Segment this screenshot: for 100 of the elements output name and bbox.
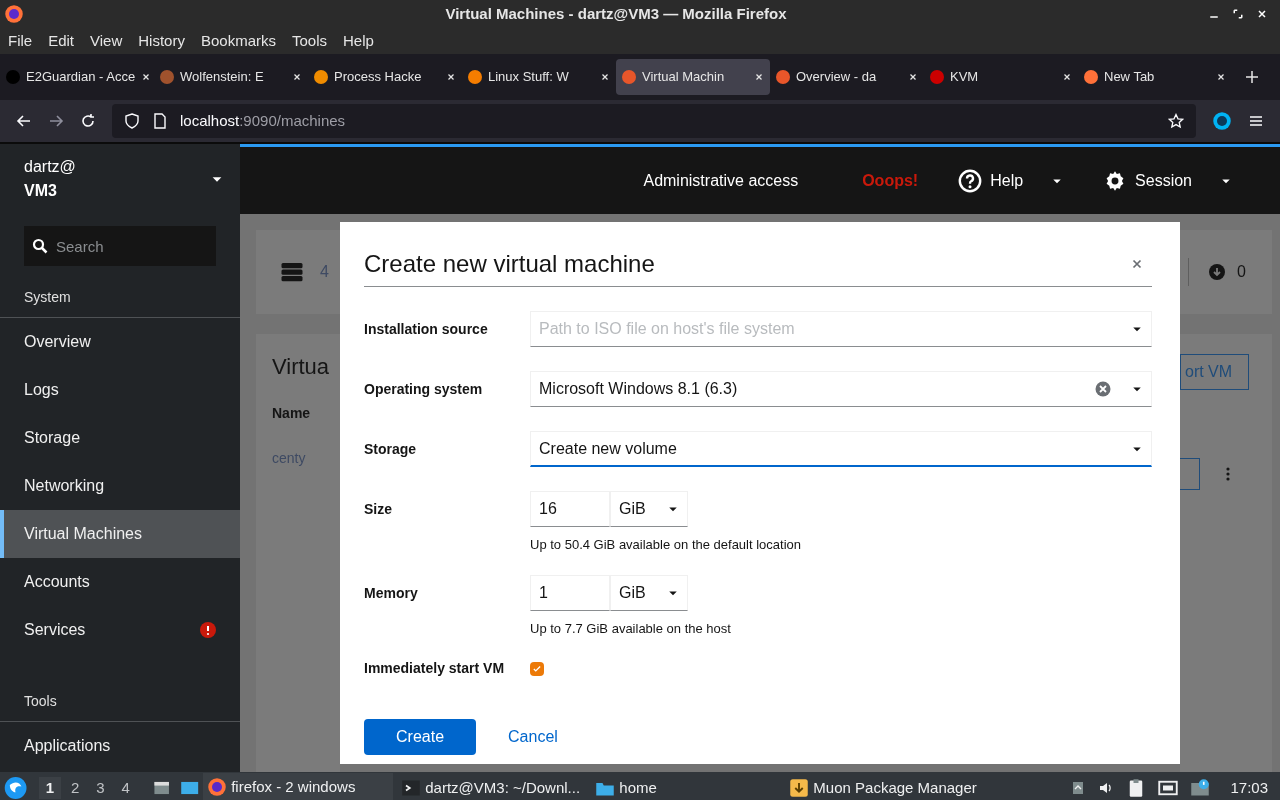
browser-tab[interactable]: Virtual Machin — [616, 59, 770, 95]
desktop-switcher[interactable]: 4 — [115, 776, 137, 800]
sidebar-item[interactable]: Logs — [0, 366, 240, 414]
menu-item[interactable]: Edit — [48, 29, 75, 53]
forward-icon[interactable] — [48, 113, 64, 129]
close-icon[interactable] — [600, 72, 610, 82]
close-icon[interactable] — [754, 72, 764, 82]
select-field[interactable]: Microsoft Windows 8.1 (6.3) — [530, 371, 1152, 407]
tab-label: Overview - da — [796, 68, 878, 87]
shield-icon[interactable] — [124, 113, 140, 129]
desktop-switcher[interactable]: 3 — [89, 776, 112, 800]
browser-tab[interactable]: New Tab — [1078, 59, 1232, 95]
user-name: dartz@ — [24, 157, 77, 177]
helper-text: Up to 50.4 GiB available on the default location — [530, 536, 801, 554]
section-heading: System — [24, 288, 71, 307]
tab-label: New Tab — [1104, 68, 1156, 87]
dialog-title: Create new virtual machine — [364, 249, 656, 279]
taskbar-button[interactable]: dartz@VM3: ~/Downl... — [397, 773, 588, 800]
tab-label: Wolfenstein: E — [180, 68, 265, 87]
close-icon[interactable] — [908, 72, 918, 82]
start-menu-icon[interactable] — [4, 776, 28, 800]
sidebar-item[interactable]: Overview — [0, 318, 240, 366]
check-icon — [532, 663, 542, 674]
cancel-link[interactable]: Cancel — [508, 719, 558, 755]
browser-tab[interactable]: Overview - da — [770, 59, 924, 95]
browser-tab[interactable]: Process Hacke — [308, 59, 462, 95]
sidebar-item[interactable]: Storage — [0, 414, 240, 462]
window-title: Virtual Machines - dartz@VM3 — Mozilla Firefox — [444, 3, 788, 24]
unit-dropdown[interactable]: GiB — [610, 491, 688, 527]
desktop-switcher[interactable]: 2 — [64, 776, 86, 800]
browser-tab[interactable]: Linux Stuff: W — [462, 59, 616, 95]
menu-item[interactable]: View — [90, 29, 123, 53]
field-label: Memory — [364, 583, 419, 603]
create-button[interactable]: Create — [364, 719, 477, 755]
address-bar[interactable]: localhost:9090/machines — [112, 104, 1196, 138]
menu-item[interactable]: Tools — [292, 29, 327, 53]
close-icon[interactable] — [141, 72, 152, 82]
checkbox[interactable] — [530, 661, 544, 676]
number-input[interactable]: 1 — [530, 574, 610, 611]
package-icon — [789, 778, 810, 798]
close-icon[interactable] — [292, 72, 302, 82]
count-text: 4 — [320, 262, 329, 282]
helper-text: Up to 7.7 GiB available on the host — [530, 619, 731, 638]
page-icon[interactable] — [152, 113, 168, 129]
sidebar-item[interactable]: Applications — [0, 722, 240, 770]
maximize-icon[interactable] — [1232, 8, 1244, 20]
taskbar-button[interactable]: home — [591, 773, 782, 800]
host-name: VM3 — [24, 181, 58, 201]
search-icon — [32, 238, 48, 254]
taskbar-button[interactable]: firefox - 2 windows — [203, 773, 394, 800]
close-icon[interactable] — [446, 72, 456, 82]
taskbar-button[interactable]: Muon Package Manager — [785, 773, 1067, 800]
back-icon[interactable] — [16, 113, 32, 129]
search-field[interactable]: Search — [24, 226, 216, 266]
warning-text: Ooops! — [862, 170, 919, 191]
browser-tab[interactable]: E2Guardian - Acce — [0, 59, 154, 95]
desktop-switcher[interactable]: 1 — [39, 776, 61, 800]
new-tab-icon[interactable] — [1244, 69, 1260, 85]
account-icon[interactable] — [1212, 111, 1232, 131]
field-label: Installation source — [364, 319, 489, 339]
host-switcher[interactable]: dartz@ VM3 — [0, 144, 240, 214]
tab-label: KVM — [950, 68, 980, 87]
admin-access-link[interactable]: Administrative access — [643, 168, 799, 193]
browser-tab[interactable]: Wolfenstein: E — [154, 59, 308, 95]
number-input[interactable]: 16 — [530, 491, 610, 527]
sidebar-item[interactable]: Virtual Machines — [0, 510, 240, 558]
sidebar-item[interactable]: Services — [0, 606, 240, 654]
network-icon[interactable] — [1158, 778, 1179, 798]
dropdown-field[interactable] — [1180, 458, 1200, 490]
bookmark-star-icon[interactable] — [1168, 113, 1184, 129]
field-label: Size — [364, 500, 393, 519]
counter-text: 0 — [1237, 262, 1246, 282]
reload-icon[interactable] — [80, 113, 96, 129]
tab-label: Linux Stuff: W — [488, 68, 570, 87]
menu-item[interactable]: Help — [343, 29, 374, 53]
unit-dropdown[interactable]: GiB — [610, 574, 688, 611]
menu-item[interactable]: Bookmarks — [200, 29, 276, 53]
close-icon[interactable] — [1256, 8, 1268, 20]
notification-icon[interactable] — [1190, 778, 1211, 798]
firefox-icon — [207, 777, 228, 797]
close-icon[interactable] — [1062, 72, 1072, 82]
field-label: Immediately start VM — [364, 659, 506, 678]
url-text: localhost:9090/machines — [180, 110, 347, 131]
clock-text[interactable]: 17:03 — [1230, 776, 1268, 800]
browser-tab[interactable]: KVM — [924, 59, 1078, 95]
menu-icon[interactable] — [1248, 113, 1264, 129]
column-header: Name — [272, 404, 312, 423]
sidebar-item[interactable]: Networking — [0, 462, 240, 510]
section-heading: Tools — [24, 692, 57, 711]
menu-item[interactable]: File — [8, 29, 33, 53]
menu-item[interactable]: History — [138, 29, 185, 53]
sidebar-item[interactable]: Accounts — [0, 558, 240, 606]
clear-icon[interactable] — [1095, 381, 1111, 397]
close-icon[interactable] — [1216, 72, 1226, 82]
session-menu[interactable]: Session — [1103, 168, 1232, 193]
firefox-icon — [4, 4, 24, 24]
help-menu[interactable]: Help — [958, 168, 1064, 193]
select-field[interactable]: Create new volume — [530, 431, 1152, 467]
tab-label: Virtual Machin — [642, 68, 726, 87]
help-icon — [958, 168, 983, 193]
